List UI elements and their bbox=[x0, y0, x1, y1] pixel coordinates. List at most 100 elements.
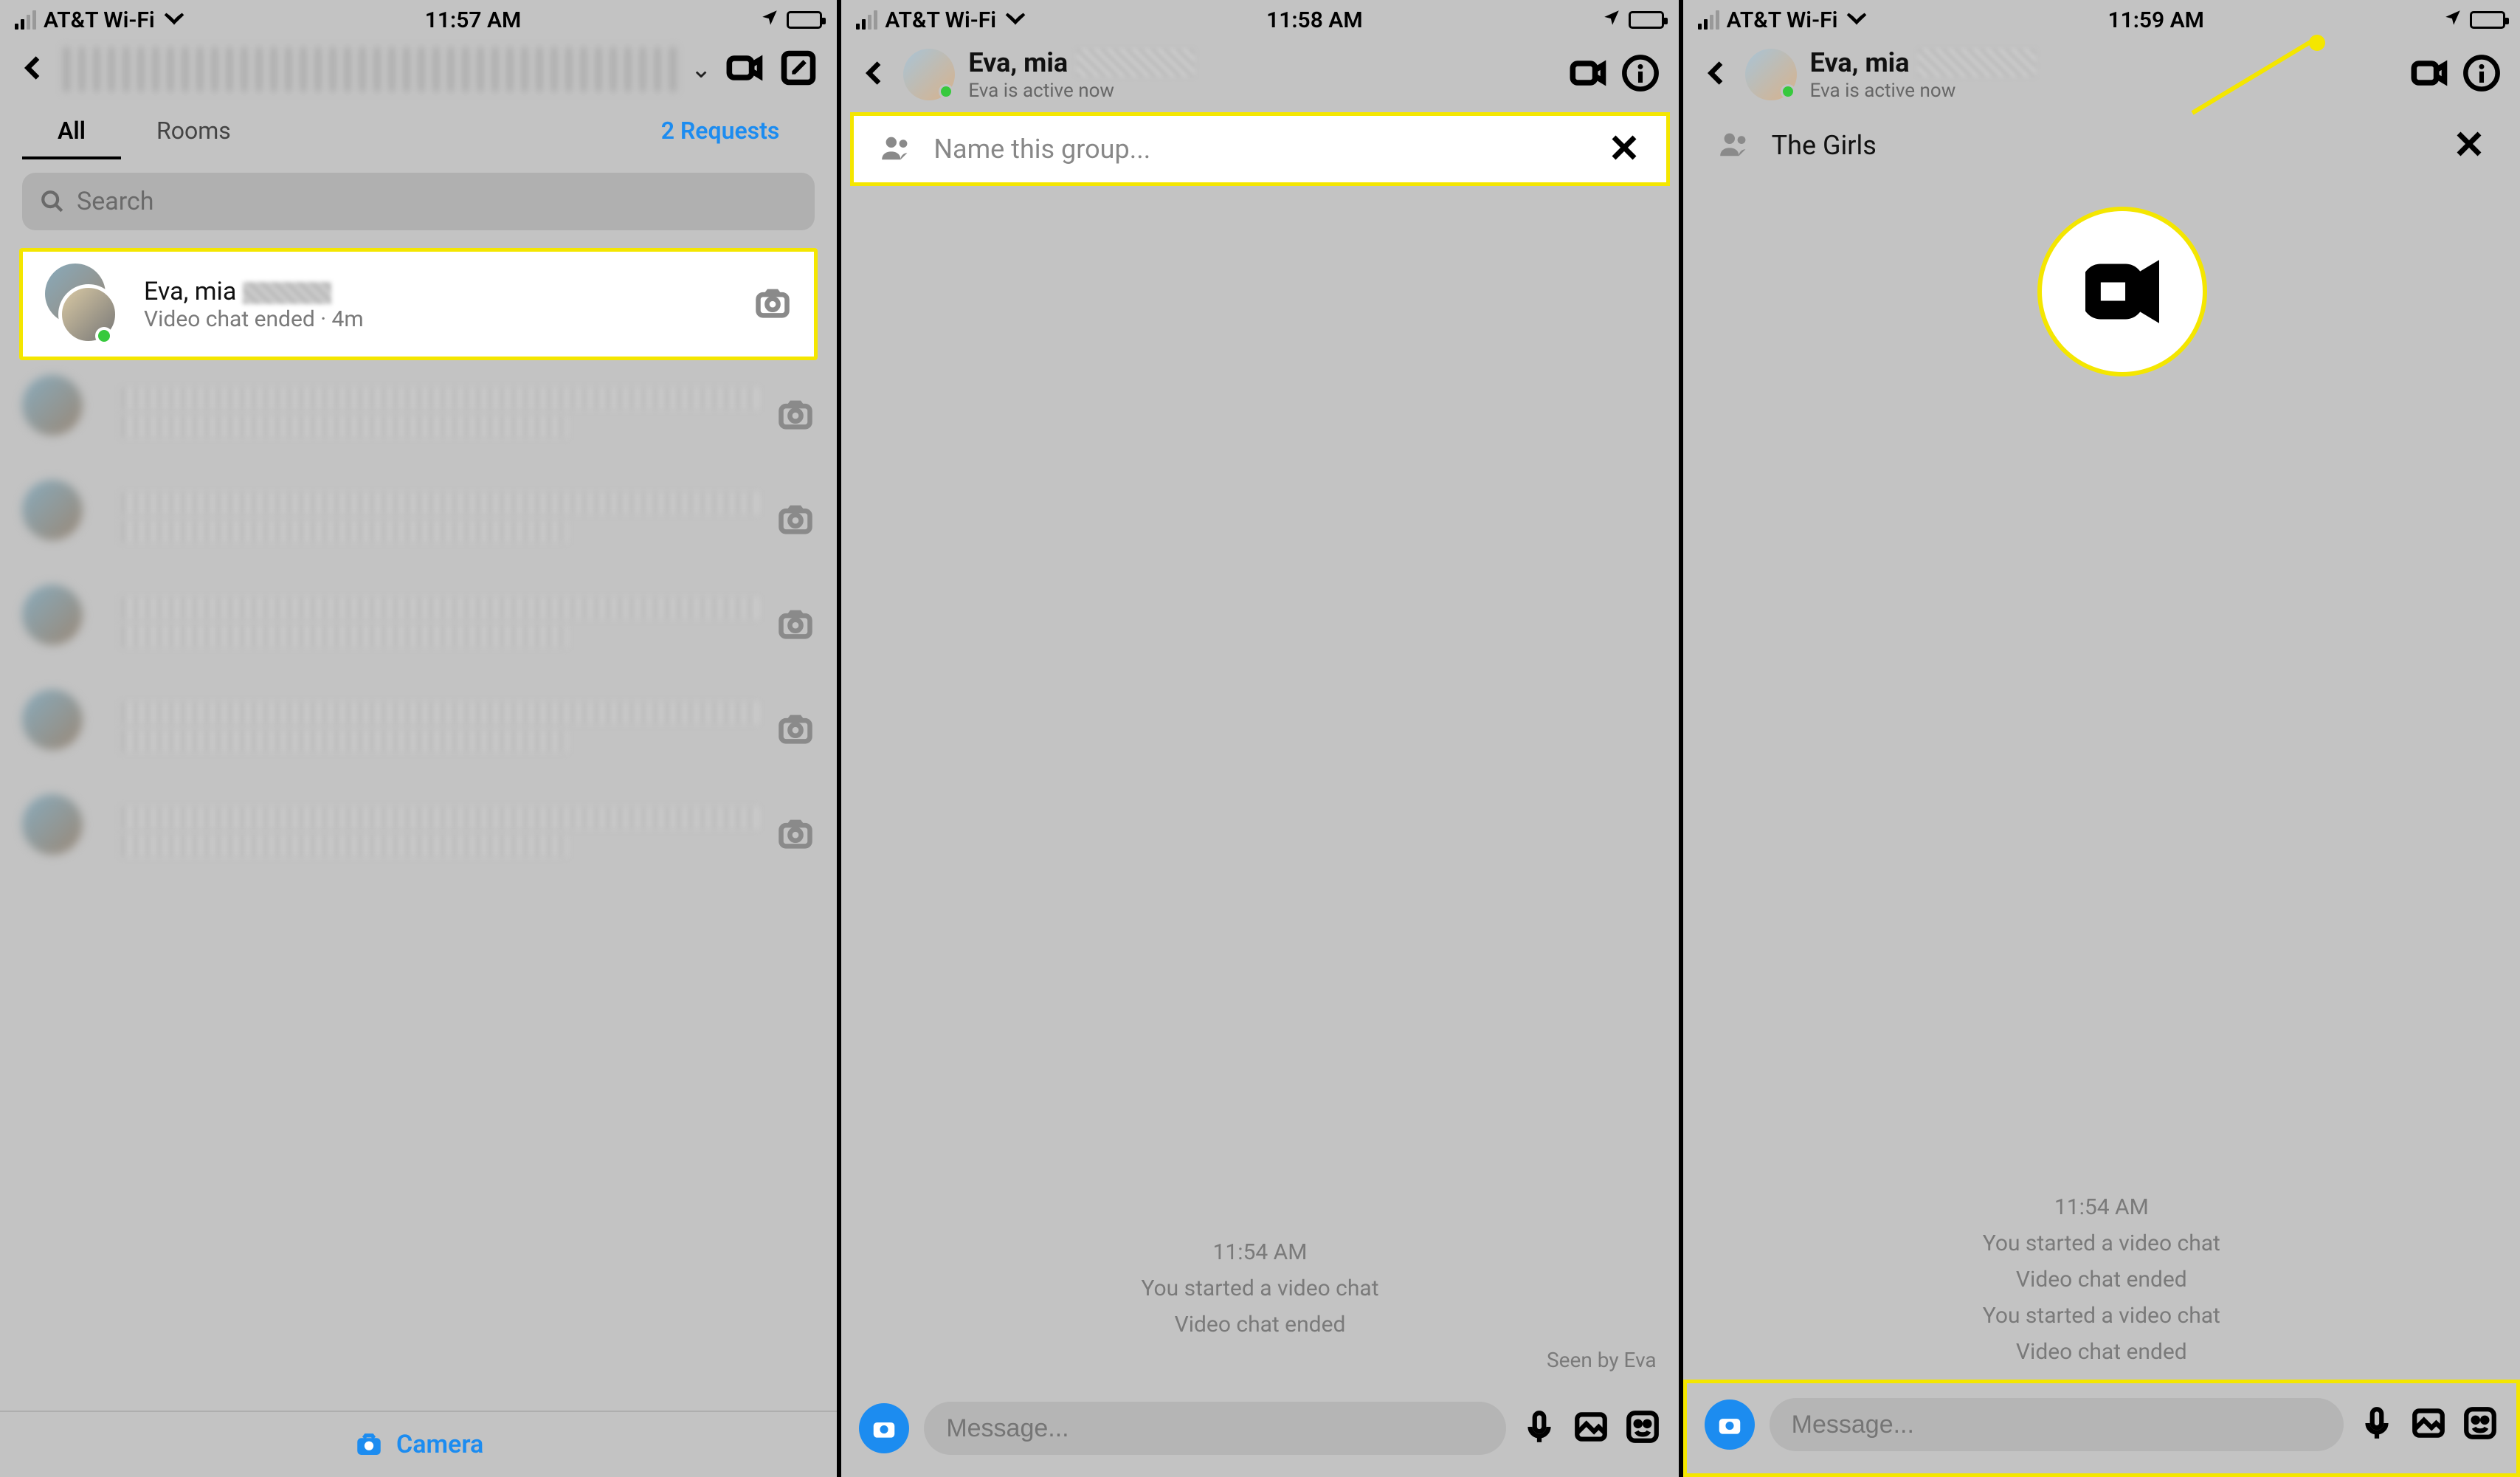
active-dot-icon bbox=[939, 84, 953, 99]
sticker-icon[interactable] bbox=[1624, 1408, 1661, 1448]
back-button[interactable] bbox=[860, 58, 890, 91]
system-msg: Video chat ended bbox=[1175, 1312, 1346, 1337]
tab-rooms[interactable]: Rooms bbox=[121, 103, 266, 158]
account-name-redacted[interactable] bbox=[63, 47, 676, 92]
video-call-button[interactable] bbox=[2411, 54, 2449, 95]
location-icon bbox=[760, 7, 779, 33]
conversation-item-redacted[interactable] bbox=[0, 573, 837, 678]
camera-icon[interactable] bbox=[753, 283, 792, 325]
search-input[interactable]: Search bbox=[22, 173, 815, 230]
system-msg: You started a video chat bbox=[1141, 1275, 1378, 1301]
info-button[interactable] bbox=[1621, 54, 1660, 95]
info-button[interactable] bbox=[2462, 54, 2501, 95]
gallery-icon[interactable] bbox=[1573, 1408, 1609, 1448]
msg-timestamp: 11:54 AM bbox=[1213, 1239, 1308, 1265]
people-icon bbox=[880, 134, 913, 164]
screen-dm-list: AT&T Wi-Fi 11:57 AM ⌄ All Rooms 2 Reques… bbox=[0, 0, 837, 1477]
message-input[interactable] bbox=[924, 1402, 1505, 1455]
camera-icon[interactable] bbox=[776, 395, 815, 436]
video-call-button[interactable] bbox=[726, 49, 764, 90]
carrier-label: AT&T Wi-Fi bbox=[1727, 7, 1838, 33]
carrier-label: AT&T Wi-Fi bbox=[44, 7, 155, 33]
people-icon bbox=[1719, 131, 1751, 160]
screen-chat-video-callout: AT&T Wi-Fi 11:59 AM Eva, mia Eva is acti… bbox=[1683, 0, 2520, 1477]
conversation-item-redacted[interactable] bbox=[0, 678, 837, 782]
system-msg: Video chat ended bbox=[2016, 1339, 2187, 1365]
message-input[interactable] bbox=[1770, 1398, 2344, 1451]
composer-camera-button[interactable] bbox=[859, 1403, 909, 1453]
chat-avatar[interactable] bbox=[1745, 49, 1797, 100]
conversation-name: Eva, mia bbox=[144, 277, 736, 306]
redacted-names bbox=[1077, 49, 1195, 77]
location-icon bbox=[2443, 7, 2462, 33]
camera-icon bbox=[353, 1429, 384, 1460]
video-call-button[interactable] bbox=[1570, 54, 1608, 95]
mic-icon[interactable] bbox=[2358, 1405, 2395, 1445]
wifi-icon bbox=[1004, 5, 1027, 35]
battery-icon bbox=[2470, 11, 2505, 29]
conversation-item[interactable]: Eva, mia Video chat ended · 4m bbox=[19, 248, 818, 360]
inbox-header: ⌄ bbox=[0, 40, 837, 103]
name-group-bar[interactable]: Name this group... bbox=[850, 112, 1669, 186]
camera-footer-button[interactable]: Camera bbox=[0, 1411, 837, 1477]
gallery-icon[interactable] bbox=[2410, 1405, 2447, 1445]
chat-title[interactable]: Eva, mia bbox=[968, 47, 1068, 78]
sticker-icon[interactable] bbox=[2462, 1405, 2499, 1445]
group-name-label[interactable]: The Girls bbox=[1772, 130, 2433, 161]
close-button[interactable] bbox=[1609, 132, 1640, 166]
battery-icon bbox=[1629, 11, 1664, 29]
chat-avatar[interactable] bbox=[903, 49, 955, 100]
msg-timestamp: 11:54 AM bbox=[2054, 1194, 2149, 1220]
screen-chat-name-group: AT&T Wi-Fi 11:58 AM Eva, mia Eva is acti… bbox=[841, 0, 1678, 1477]
chat-title[interactable]: Eva, mia bbox=[1810, 47, 1910, 78]
mic-icon[interactable] bbox=[1521, 1408, 1558, 1448]
inbox-tabs: All Rooms 2 Requests bbox=[0, 103, 837, 158]
chevron-down-icon[interactable]: ⌄ bbox=[691, 55, 712, 84]
conversation-item-redacted[interactable] bbox=[0, 782, 837, 887]
system-msg: You started a video chat bbox=[1983, 1303, 2220, 1329]
location-icon bbox=[1602, 7, 1621, 33]
tab-all[interactable]: All bbox=[22, 103, 121, 158]
conversation-item-redacted[interactable] bbox=[0, 363, 837, 468]
video-icon bbox=[2085, 255, 2159, 328]
camera-icon[interactable] bbox=[776, 709, 815, 751]
search-placeholder: Search bbox=[77, 187, 153, 216]
close-button[interactable] bbox=[2454, 128, 2485, 162]
camera-icon[interactable] bbox=[776, 814, 815, 855]
camera-icon[interactable] bbox=[776, 605, 815, 646]
composer-camera-button[interactable] bbox=[1705, 1399, 1755, 1450]
camera-footer-label: Camera bbox=[396, 1430, 483, 1459]
cell-signal-icon bbox=[1698, 10, 1719, 30]
group-name-row: The Girls bbox=[1692, 112, 2511, 179]
battery-icon bbox=[787, 11, 822, 29]
message-composer bbox=[841, 1387, 1678, 1477]
conversation-list[interactable]: Eva, mia Video chat ended · 4m bbox=[0, 245, 837, 1411]
chat-subtitle: Eva is active now bbox=[968, 80, 1556, 102]
conversation-item-redacted[interactable] bbox=[0, 468, 837, 573]
video-call-callout bbox=[2037, 207, 2207, 376]
active-dot-icon bbox=[1781, 84, 1795, 99]
back-button[interactable] bbox=[19, 53, 49, 86]
wifi-icon bbox=[1845, 5, 1868, 35]
compose-button[interactable] bbox=[779, 49, 818, 90]
wifi-icon bbox=[162, 5, 186, 35]
active-dot-icon bbox=[95, 327, 113, 345]
tab-requests[interactable]: 2 Requests bbox=[626, 103, 815, 158]
chat-subtitle: Eva is active now bbox=[1810, 80, 2398, 102]
chat-body[interactable]: 11:54 AM You started a video chat Video … bbox=[841, 189, 1678, 1387]
seen-indicator: Seen by Eva bbox=[1547, 1348, 1679, 1372]
conversation-subtext: Video chat ended · 4m bbox=[144, 306, 736, 332]
cell-signal-icon bbox=[15, 10, 36, 30]
camera-icon[interactable] bbox=[776, 500, 815, 541]
clock: 11:58 AM bbox=[1266, 7, 1362, 33]
back-button[interactable] bbox=[1702, 58, 1732, 91]
system-msg: Video chat ended bbox=[2016, 1267, 2187, 1292]
chat-header: Eva, mia Eva is active now bbox=[1683, 40, 2520, 109]
message-composer bbox=[1683, 1380, 2520, 1477]
chat-header: Eva, mia Eva is active now bbox=[841, 40, 1678, 109]
redacted-names bbox=[1918, 49, 2036, 77]
status-bar: AT&T Wi-Fi 11:59 AM bbox=[1683, 0, 2520, 40]
status-bar: AT&T Wi-Fi 11:57 AM bbox=[0, 0, 837, 40]
name-group-placeholder[interactable]: Name this group... bbox=[933, 134, 1587, 165]
cell-signal-icon bbox=[856, 10, 877, 30]
